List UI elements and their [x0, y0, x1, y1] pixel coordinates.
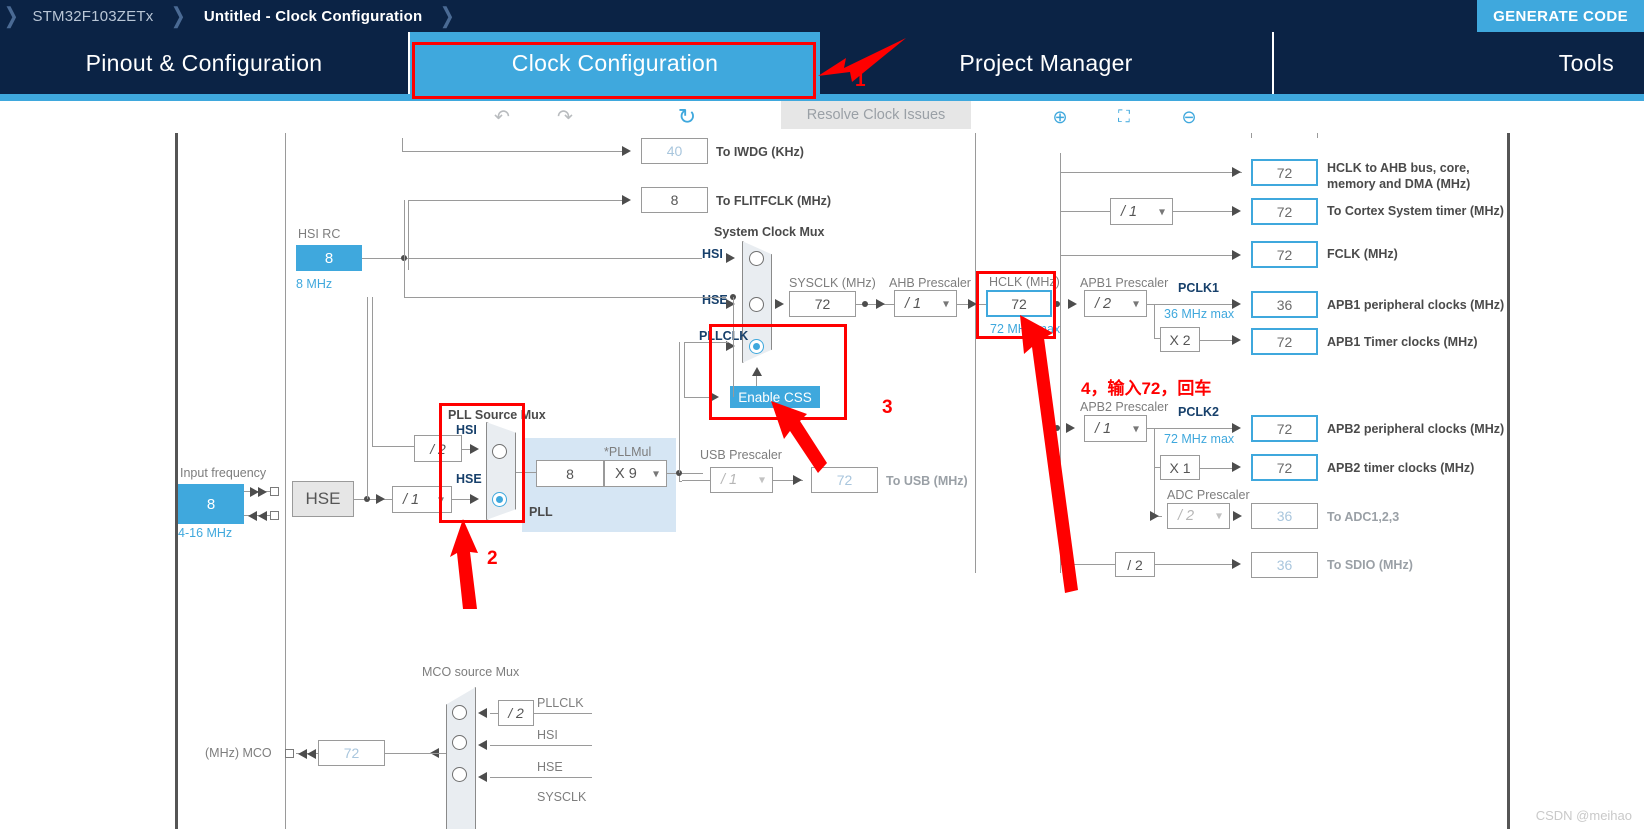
breadcrumb-project[interactable]: Untitled - Clock Configuration: [204, 8, 422, 25]
undo-icon[interactable]: ↶: [488, 103, 516, 131]
annotation-number-1: 1: [855, 70, 866, 91]
redo-icon[interactable]: ↷: [551, 103, 579, 131]
watermark: CSDN @meihao: [1535, 808, 1632, 823]
chevron-right-icon: ❯: [3, 3, 19, 28]
generate-code-button[interactable]: GENERATE CODE: [1477, 0, 1644, 32]
breadcrumb-bar: ❯ STM32F103ZETx ❯ Untitled - Clock Confi…: [0, 0, 1644, 32]
breadcrumb-device[interactable]: STM32F103ZETx: [32, 8, 153, 25]
chevron-right-icon: ❯: [171, 3, 186, 28]
annotation-arrow-1: [818, 38, 906, 82]
chevron-right-icon: ❯: [440, 3, 455, 28]
annotation-note-4: 4，输入72，回车: [1081, 379, 1212, 398]
annotation-number-3: 3: [882, 397, 893, 418]
zoom-in-icon[interactable]: ⊕: [1046, 103, 1074, 131]
resolve-clock-issues-button[interactable]: Resolve Clock Issues: [781, 101, 971, 129]
refresh-icon[interactable]: ↻: [673, 103, 701, 131]
annotation-rect-1: [412, 42, 816, 99]
zoom-out-icon[interactable]: ⊖: [1175, 103, 1203, 131]
fit-to-screen-icon[interactable]: ⛶: [1110, 103, 1138, 131]
annotation-number-2: 2: [487, 548, 498, 569]
annotation-arrows: [450, 315, 1078, 609]
tab-pinout-configuration[interactable]: Pinout & Configuration: [0, 32, 408, 94]
clock-toolbar: ↶ ↷ ↻ Resolve Clock Issues ⊕ ⛶ ⊖: [0, 101, 1644, 133]
tab-tools[interactable]: Tools: [1274, 32, 1644, 94]
clock-diagram-canvas[interactable]: 40 To IWDG (KHz) 8 To FLITFCLK (MHz) HSI…: [0, 133, 1644, 829]
